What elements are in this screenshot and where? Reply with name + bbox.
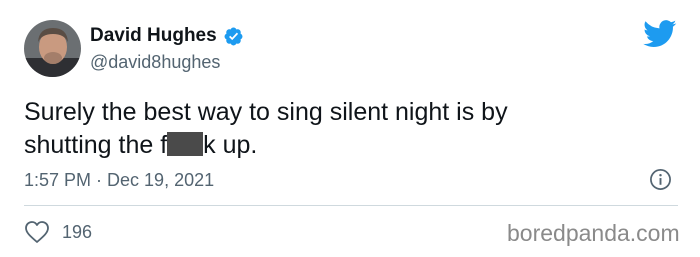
- tweet-text: Surely the best way to sing silent night…: [24, 96, 664, 162]
- watermark: boredpanda.com: [507, 220, 680, 246]
- tweet-text-line-2-end: k up.: [203, 131, 258, 159]
- divider: [24, 205, 678, 206]
- like-count: 196: [62, 221, 93, 242]
- heart-icon[interactable]: [24, 220, 50, 244]
- censor-bar: [167, 132, 204, 156]
- tweet-timestamp[interactable]: 1:57 PM · Dec 19, 2021: [24, 170, 214, 191]
- like-row[interactable]: 196: [24, 220, 92, 244]
- tweet-text-line-2-start: shutting the f: [24, 131, 168, 159]
- author-name-row: David Hughes: [90, 25, 244, 47]
- tweet-text-line-2: shutting the f k up.: [24, 129, 664, 162]
- info-icon[interactable]: [649, 168, 672, 191]
- tweet-text-line-1: Surely the best way to sing silent night…: [24, 98, 508, 126]
- tweet-card: David Hughes @david8hughes Surely the be…: [0, 0, 700, 257]
- user-handle[interactable]: @david8hughes: [90, 52, 220, 73]
- twitter-bird-icon[interactable]: [643, 20, 677, 48]
- avatar[interactable]: [24, 20, 81, 77]
- verified-badge-icon: [223, 26, 244, 47]
- display-name[interactable]: David Hughes: [90, 25, 217, 47]
